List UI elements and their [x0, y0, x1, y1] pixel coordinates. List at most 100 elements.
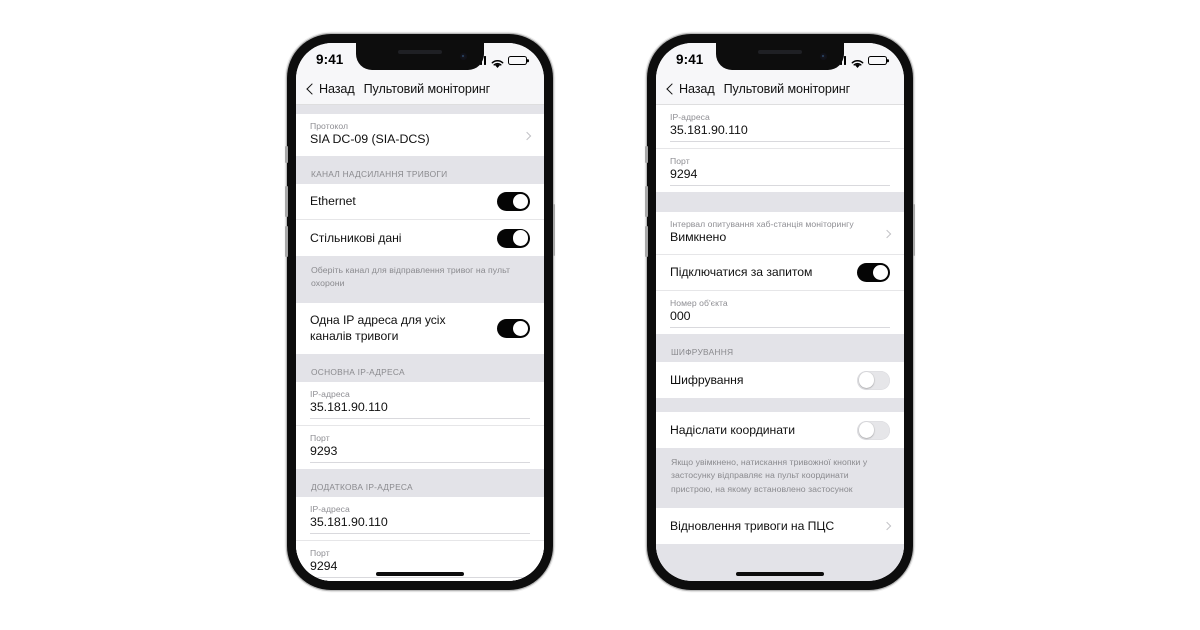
row-label: Ethernet — [310, 194, 356, 209]
earpiece-speaker-icon — [758, 50, 802, 54]
row-caption: Протокол — [310, 121, 349, 131]
notch-left — [356, 43, 484, 70]
group-coordinates: Надіслати координати — [656, 412, 904, 448]
list-spacer — [296, 105, 544, 114]
row-caption: Порт — [310, 432, 330, 443]
battery-full-icon — [868, 55, 887, 66]
row-label: Шифрування — [670, 372, 744, 387]
toggle-single-ip[interactable] — [497, 318, 530, 338]
page-title: Пультовий моніторинг — [723, 81, 851, 96]
row-cellular-data[interactable]: Стільникові дані — [296, 220, 544, 256]
list-spacer — [656, 192, 904, 212]
row-ip-address[interactable]: IP-адреса 35.181.90.110 — [656, 105, 904, 149]
row-caption: Порт — [670, 156, 690, 166]
section-header-secondary-ip: ДОДАТКОВА IP-АДРЕСА — [296, 468, 544, 497]
wifi-icon — [491, 56, 504, 68]
home-indicator-right[interactable] — [736, 572, 824, 576]
phone-screen-right: 9:41 Назад Пультовий моніторинг IP-адрес… — [656, 43, 904, 581]
back-label: Назад — [679, 81, 715, 96]
row-label: Одна IP адреса для усіх каналів тривоги — [310, 312, 446, 344]
row-value[interactable]: 000 — [670, 309, 890, 327]
volume-down-button-right[interactable] — [645, 226, 648, 257]
toggle-send-coordinates[interactable] — [857, 420, 890, 440]
chevron-left-icon — [666, 82, 678, 95]
volume-up-button-right[interactable] — [645, 186, 648, 217]
row-polling-interval[interactable]: Інтервал опитування хаб-станція монітори… — [656, 212, 904, 255]
screenshot-canvas: 9:41 Назад Пультовий моніторинг Протокол… — [0, 0, 1200, 630]
row-caption: Номер об'єкта — [670, 298, 728, 308]
row-primary-ip-address[interactable]: IP-адреса 35.181.90.110 — [296, 381, 544, 426]
group-secondary-ip-cont: IP-адреса 35.181.90.110 Порт 9294 — [656, 105, 904, 192]
toggle-cellular-data[interactable] — [497, 228, 530, 248]
section-header-primary-ip: ОСНОВНА IP-АДРЕСА — [296, 353, 544, 382]
row-caption: IP-адреса — [310, 388, 350, 399]
nav-bar-left: Назад Пультовий моніторинг — [296, 73, 544, 105]
wifi-icon — [851, 56, 864, 68]
row-single-ip[interactable]: Одна IP адреса для усіх каналів тривоги — [296, 302, 544, 354]
footnote-coordinates: Якщо увімкнено, натискання тривожної кно… — [656, 448, 904, 509]
row-value: Вимкнено — [670, 230, 727, 244]
group-alarm-channel: Ethernet Стільникові дані — [296, 184, 544, 256]
row-encryption[interactable]: Шифрування — [656, 362, 904, 398]
row-caption: IP-адреса — [670, 112, 710, 122]
row-label: Стільникові дані — [310, 230, 402, 245]
row-value[interactable]: 35.181.90.110 — [310, 515, 530, 533]
row-object-number[interactable]: Номер об'єкта 000 — [656, 291, 904, 334]
power-button-right[interactable] — [912, 204, 915, 256]
earpiece-speaker-icon — [398, 50, 442, 54]
row-value: SIA DC-09 (SIA-DCS) — [310, 132, 430, 146]
row-caption: Інтервал опитування хаб-станція монітори… — [670, 219, 854, 229]
group-primary-ip: IP-адреса 35.181.90.110 Порт 9293 — [296, 381, 544, 469]
settings-list-right[interactable]: IP-адреса 35.181.90.110 Порт 9294 Інтерв… — [656, 105, 904, 581]
group-secondary-ip: IP-адреса 35.181.90.110 Порт 9294 — [296, 496, 544, 581]
chevron-right-icon — [522, 131, 532, 140]
row-primary-port[interactable]: Порт 9293 — [296, 425, 544, 469]
nav-bar-right: Назад Пультовий моніторинг — [656, 73, 904, 105]
row-value[interactable]: 9294 — [670, 167, 890, 185]
group-encryption: Шифрування — [656, 362, 904, 398]
phone-device-left: 9:41 Назад Пультовий моніторинг Протокол… — [285, 34, 555, 590]
silent-switch-left[interactable] — [285, 146, 288, 163]
battery-full-icon — [508, 55, 527, 66]
back-label: Назад — [319, 81, 355, 96]
toggle-ethernet[interactable] — [497, 192, 530, 211]
back-button-left[interactable]: Назад — [306, 82, 355, 96]
row-connect-on-demand[interactable]: Підключатися за запитом — [656, 255, 904, 291]
chevron-right-icon — [882, 522, 892, 531]
section-header-encryption: ШИФРУВАННЯ — [656, 334, 904, 362]
notch-right — [716, 43, 844, 70]
row-value[interactable]: 35.181.90.110 — [670, 123, 890, 141]
home-indicator-left[interactable] — [376, 572, 464, 576]
toggle-encryption[interactable] — [857, 370, 890, 390]
front-camera-icon — [460, 53, 467, 60]
row-protocol[interactable]: Протокол SIA DC-09 (SIA-DCS) — [296, 114, 544, 156]
row-port[interactable]: Порт 9294 — [656, 149, 904, 192]
silent-switch-right[interactable] — [645, 146, 648, 163]
group-polling: Інтервал опитування хаб-станція монітори… — [656, 212, 904, 334]
chevron-right-icon — [882, 229, 892, 238]
settings-list-left[interactable]: Протокол SIA DC-09 (SIA-DCS) КАНАЛ НАДСИ… — [296, 105, 544, 581]
list-spacer — [656, 398, 904, 412]
section-header-alarm-channel: КАНАЛ НАДСИЛАННЯ ТРИВОГИ — [296, 156, 544, 184]
row-label: Відновлення тривоги на ПЦС — [670, 519, 835, 534]
row-value[interactable]: 35.181.90.110 — [310, 400, 530, 418]
footnote-alarm-channel: Оберіть канал для відправлення тривог на… — [296, 256, 544, 303]
row-value[interactable]: 9293 — [310, 444, 530, 462]
volume-up-button-left[interactable] — [285, 186, 288, 217]
toggle-connect-on-demand[interactable] — [857, 263, 890, 282]
phone-device-right: 9:41 Назад Пультовий моніторинг IP-адрес… — [645, 34, 915, 590]
group-protocol: Протокол SIA DC-09 (SIA-DCS) — [296, 114, 544, 156]
group-single-ip: Одна IP адреса для усіх каналів тривоги — [296, 302, 544, 354]
row-secondary-ip-address[interactable]: IP-адреса 35.181.90.110 — [296, 496, 544, 541]
front-camera-icon — [820, 53, 827, 60]
row-ethernet[interactable]: Ethernet — [296, 184, 544, 220]
row-alarm-restore[interactable]: Відновлення тривоги на ПЦС — [656, 508, 904, 545]
power-button-left[interactable] — [552, 204, 555, 256]
row-caption: Порт — [310, 547, 330, 558]
row-label: Підключатися за запитом — [670, 265, 813, 280]
row-caption: IP-адреса — [310, 503, 350, 514]
row-send-coordinates[interactable]: Надіслати координати — [656, 412, 904, 448]
status-time: 9:41 — [676, 52, 704, 68]
back-button-right[interactable]: Назад — [666, 82, 715, 96]
volume-down-button-left[interactable] — [285, 226, 288, 257]
